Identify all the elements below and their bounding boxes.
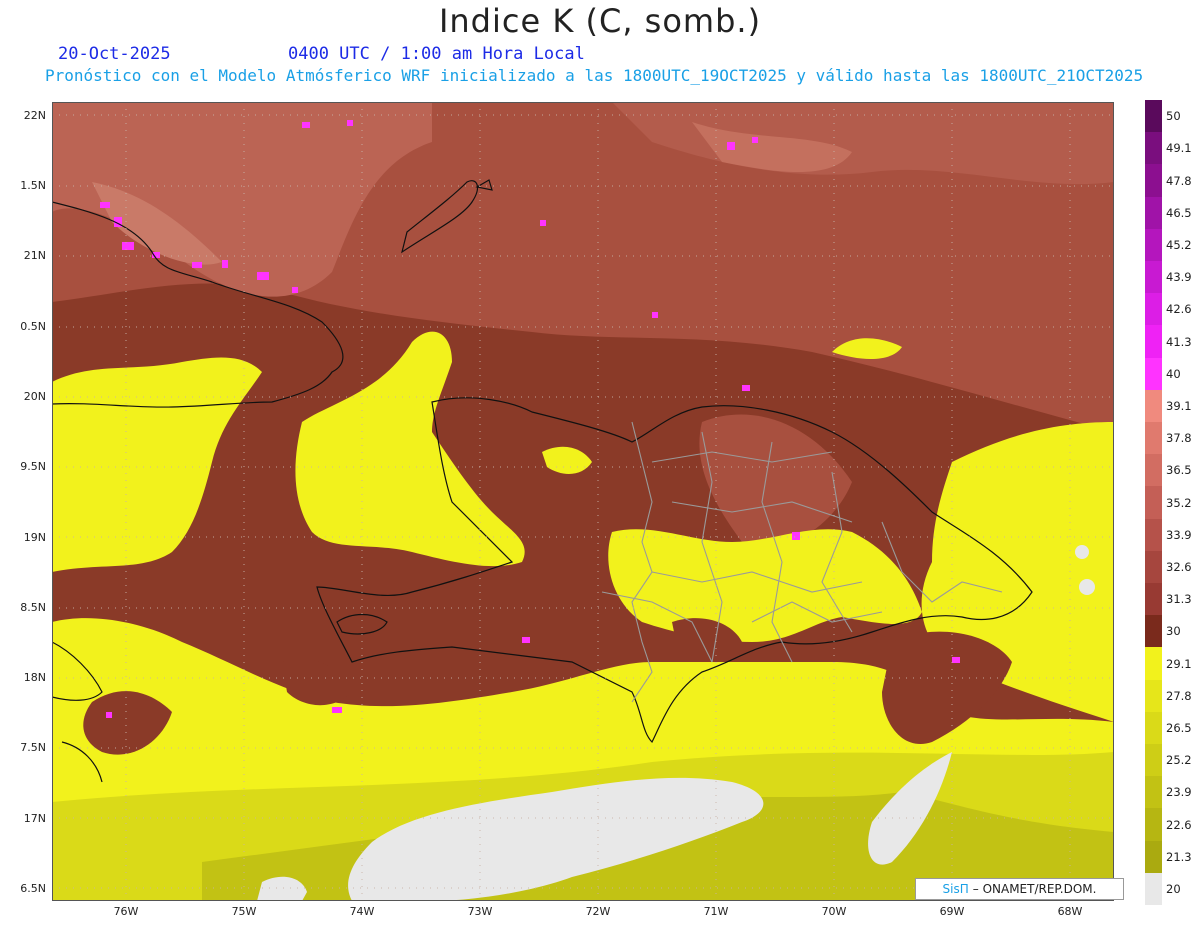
colorbar-cell (1145, 389, 1162, 423)
y-label: 21N (23, 249, 46, 262)
colorbar-label: 40 (1166, 366, 1181, 381)
x-label: 74W (349, 905, 375, 918)
colorbar-label: 43.9 (1166, 270, 1192, 285)
colorbar-label: 25.2 (1166, 753, 1192, 768)
x-label: 75W (231, 905, 257, 918)
colorbar (1145, 100, 1162, 906)
colorbar-cell (1145, 100, 1162, 133)
x-label: 73W (467, 905, 493, 918)
colorbar-cell (1145, 164, 1162, 198)
colorbar-cell (1145, 776, 1162, 809)
forecast-time: 0400 UTC / 1:00 am Hora Local (288, 44, 585, 64)
x-label: 69W (939, 905, 965, 918)
y-label: 0.5N (20, 320, 46, 333)
colorbar-label: 32.6 (1166, 559, 1192, 574)
x-label: 71W (703, 905, 729, 918)
colorbar-label: 29.1 (1166, 656, 1192, 671)
colorbar-label: 42.6 (1166, 302, 1192, 317)
colorbar-label: 45.2 (1166, 237, 1192, 252)
y-label: 19N (23, 531, 46, 544)
colorbar-cell (1145, 550, 1162, 584)
colorbar-cell (1145, 808, 1162, 842)
colorbar-cell (1145, 196, 1162, 230)
colorbar-cell (1145, 325, 1162, 359)
colorbar-label: 22.6 (1166, 817, 1192, 832)
colorbar-label: 23.9 (1166, 785, 1192, 800)
y-label: 20N (23, 390, 46, 403)
y-label: 8.5N (20, 601, 46, 614)
colorbar-cell (1145, 293, 1162, 326)
colorbar-label: 49.1 (1166, 141, 1192, 156)
credit-box: SisΠ – ONAMET/REP.DOM. (915, 878, 1124, 900)
x-label: 68W (1057, 905, 1083, 918)
y-label: 6.5N (20, 882, 46, 895)
colorbar-cell (1145, 454, 1162, 487)
chart-title: Indice K (C, somb.) (438, 2, 762, 40)
y-label: 7.5N (20, 741, 46, 754)
colorbar-label: 31.3 (1166, 592, 1192, 607)
colorbar-label: 35.2 (1166, 495, 1192, 510)
y-label: 18N (23, 671, 46, 684)
x-label: 70W (821, 905, 847, 918)
forecast-date: 20-Oct-2025 (58, 44, 171, 64)
colorbar-cell (1145, 228, 1162, 262)
colorbar-cell (1145, 132, 1162, 165)
colorbar-label: 46.5 (1166, 205, 1192, 220)
colorbar-cell (1145, 840, 1162, 874)
colorbar-label: 30 (1166, 624, 1181, 639)
brand-logo: SisΠ (942, 882, 969, 896)
colorbar-cell (1145, 357, 1162, 391)
x-label: 72W (585, 905, 611, 918)
forecast-description: Pronóstico con el Modelo Atmósferico WRF… (45, 66, 1144, 85)
colorbar-label: 21.3 (1166, 849, 1192, 864)
k-index-map (52, 102, 1114, 901)
colorbar-cell (1145, 518, 1162, 552)
colorbar-cell (1145, 744, 1162, 777)
credit-text: – ONAMET/REP.DOM. (972, 882, 1097, 896)
y-label: 1.5N (20, 179, 46, 192)
colorbar-label: 20 (1166, 881, 1181, 896)
colorbar-cell (1145, 261, 1162, 294)
colorbar-cell (1145, 711, 1162, 745)
colorbar-label: 26.5 (1166, 720, 1192, 735)
colorbar-label: 37.8 (1166, 431, 1192, 446)
colorbar-label: 33.9 (1166, 527, 1192, 542)
colorbar-cell (1145, 486, 1162, 520)
colorbar-cell (1145, 583, 1162, 616)
colorbar-cell (1145, 872, 1162, 906)
colorbar-label: 41.3 (1166, 334, 1192, 349)
y-label: 17N (23, 812, 46, 825)
y-label: 9.5N (20, 460, 46, 473)
colorbar-label: 36.5 (1166, 463, 1192, 478)
colorbar-cell (1145, 679, 1162, 713)
y-label: 22N (23, 109, 46, 122)
colorbar-cell (1145, 615, 1162, 648)
colorbar-label: 50 (1166, 109, 1181, 124)
colorbar-label: 39.1 (1166, 398, 1192, 413)
colorbar-label: 47.8 (1166, 173, 1192, 188)
x-label: 76W (113, 905, 139, 918)
colorbar-label: 27.8 (1166, 688, 1192, 703)
colorbar-cell (1145, 647, 1162, 681)
colorbar-cell (1145, 422, 1162, 455)
